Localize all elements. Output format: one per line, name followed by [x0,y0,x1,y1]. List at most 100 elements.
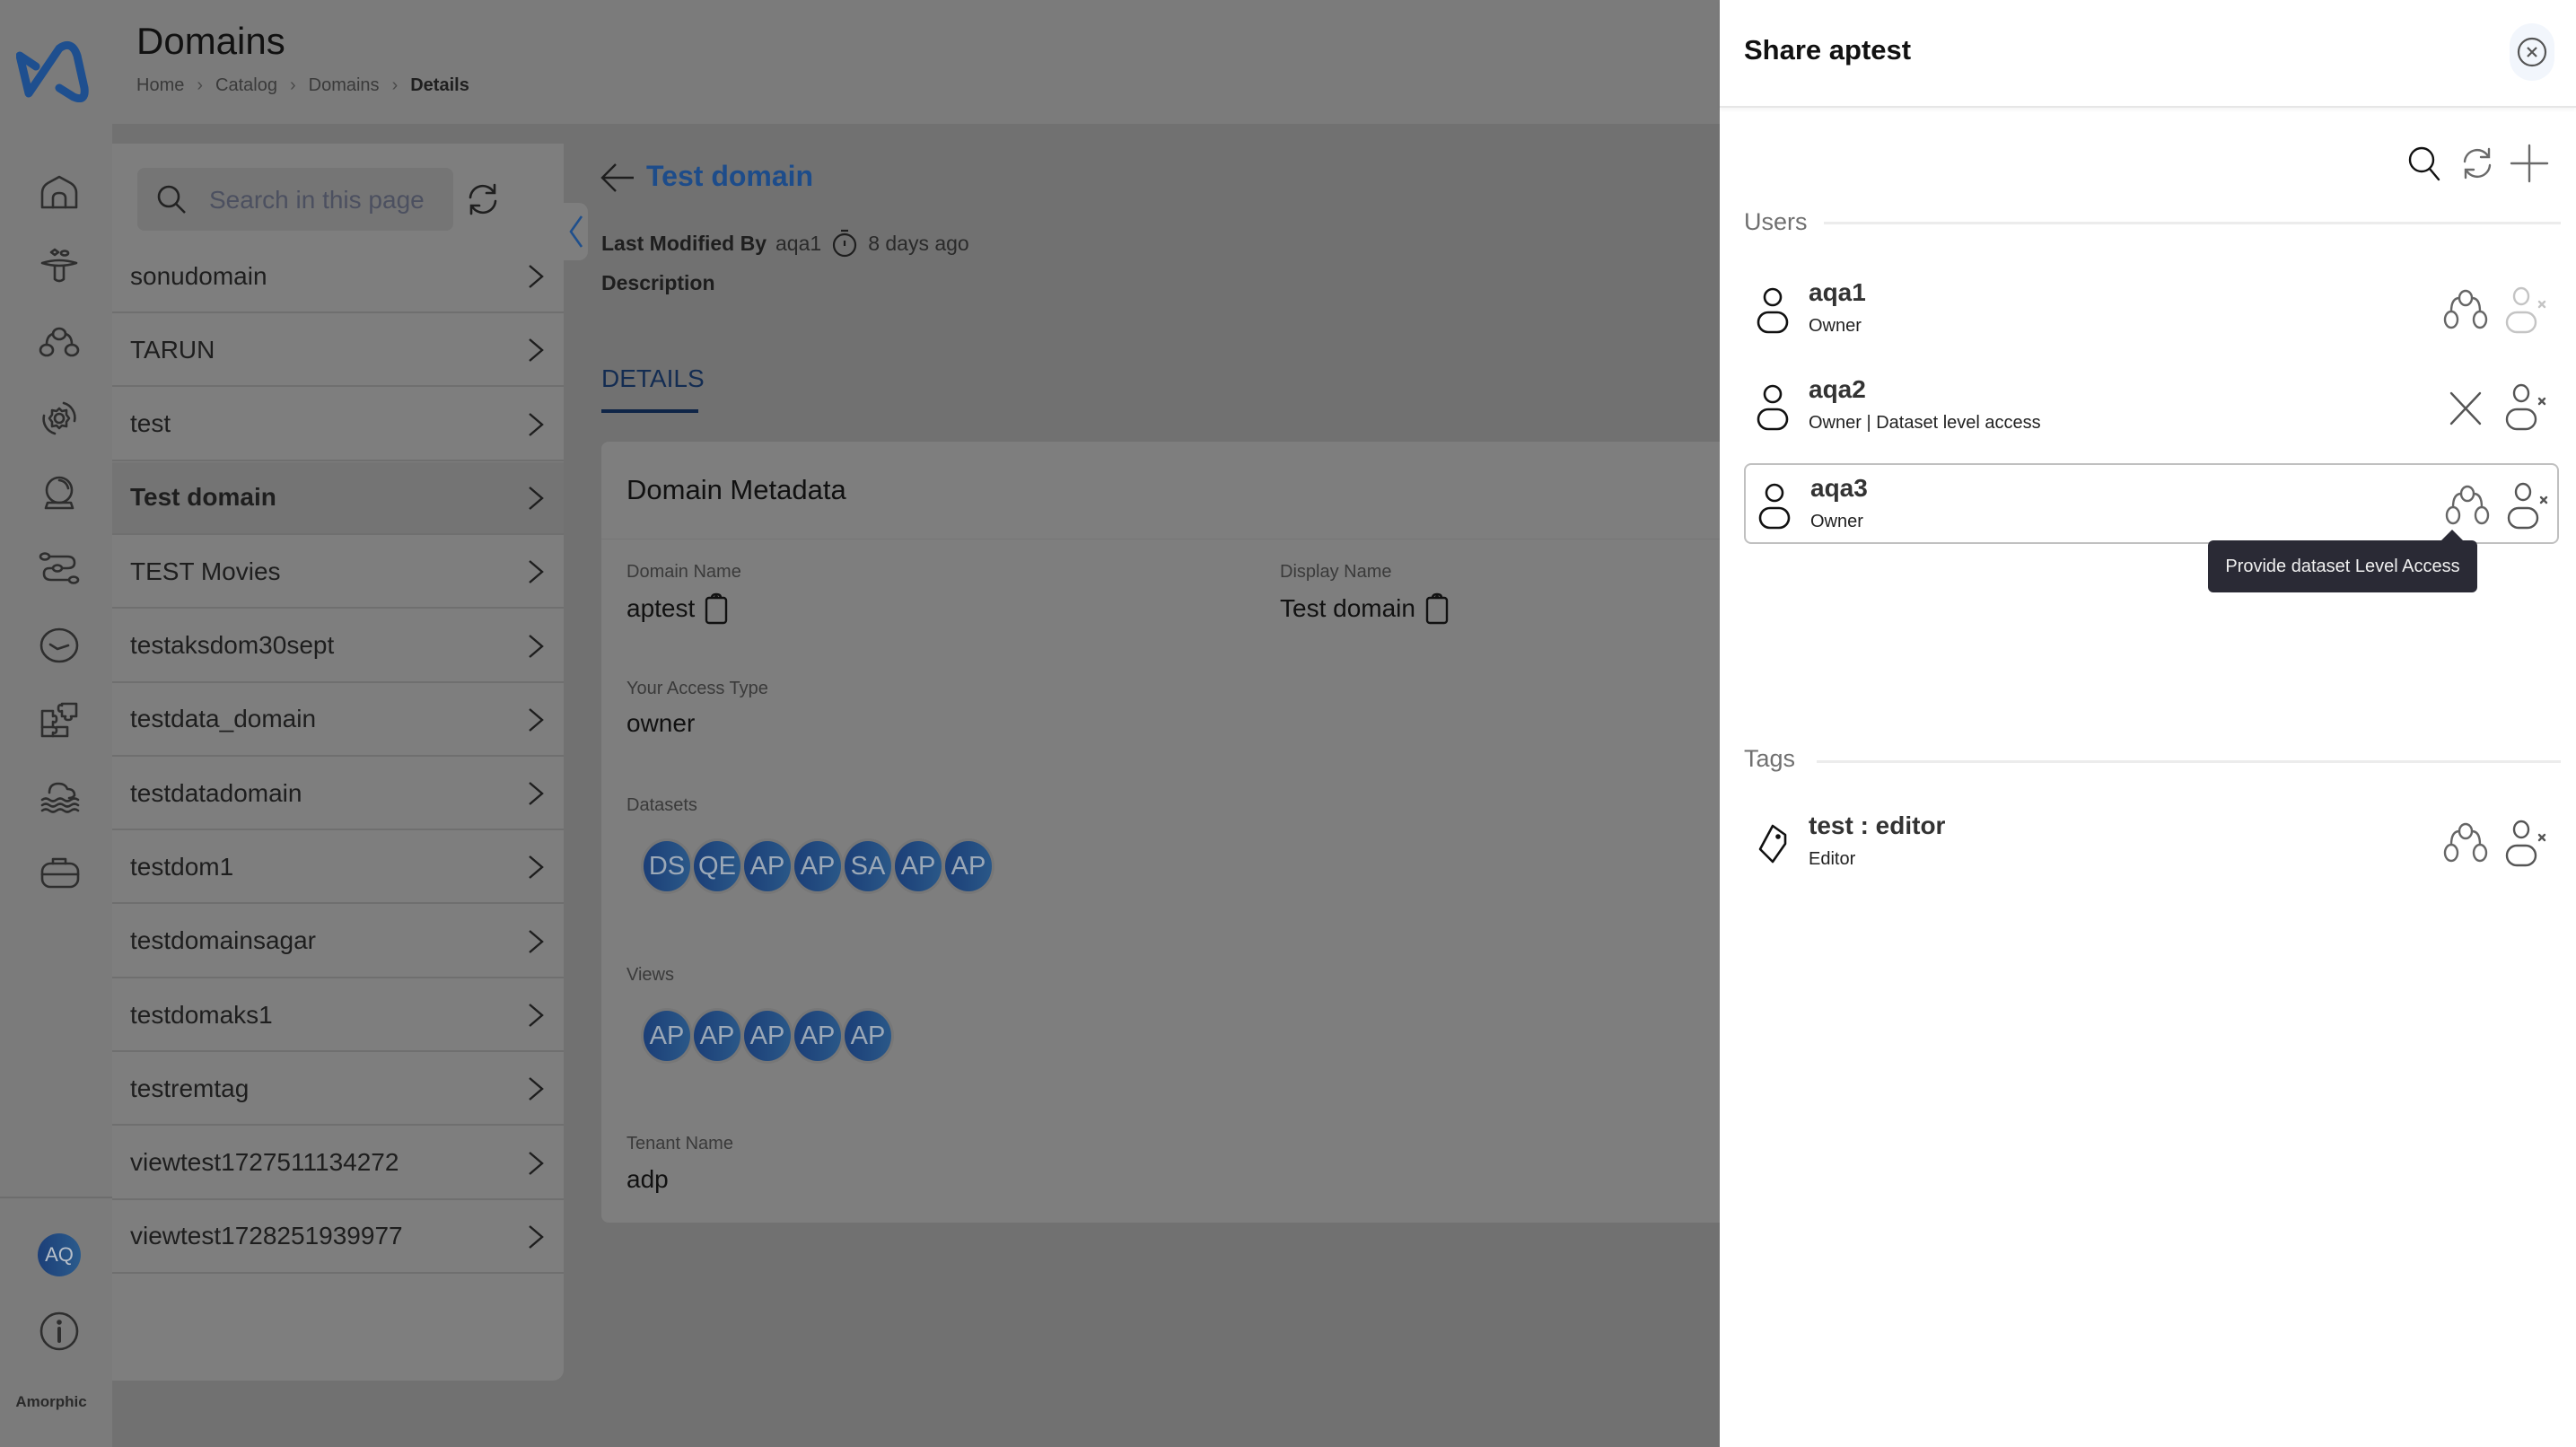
domain-list-item[interactable]: testdomainsagar [112,906,564,978]
user-share-row: aqa1 Owner [1744,269,2559,350]
domain-list-item[interactable]: testremtag [112,1053,564,1127]
user-role: Owner | Dataset level access [1809,413,2041,433]
collapse-list-button[interactable] [564,203,588,260]
provide-dataset-access-button[interactable] [2442,817,2489,871]
refresh-icon [469,183,497,215]
revoke-dataset-access-button[interactable] [2442,381,2489,434]
user-name: aqa3 [1810,474,1868,502]
dataset-chip[interactable]: SA [842,838,894,894]
home-icon[interactable] [34,169,84,219]
remove-user-button[interactable] [2505,479,2552,533]
user-icon [1755,284,1791,338]
domain-list-item[interactable]: viewtest1728251939977 [112,1201,564,1274]
chevron-right-icon [526,855,546,880]
add-share-button[interactable] [2510,144,2549,183]
share-title: Share aptest [1744,34,1912,66]
tab-details[interactable]: DETAILS [601,364,705,393]
domain-list-item[interactable]: testdatadomain [112,758,564,831]
user-role: Owner [1810,512,1863,531]
domain-list-item[interactable]: TARUN [112,314,564,388]
domain-list-item[interactable]: viewtest1727511134272 [112,1127,564,1200]
integrations-puzzle-icon[interactable] [34,694,84,744]
chevron-right-icon [526,412,546,437]
remove-user-button [2503,284,2550,338]
schedules-clock-icon[interactable] [34,620,84,671]
chevron-right-icon: › [197,75,204,95]
close-circle-icon [2517,37,2547,67]
card-title: Domain Metadata [626,474,846,505]
refresh-share-button[interactable] [2458,144,2497,183]
tenant-name-value: adp [626,1165,669,1193]
pipeline-path-icon[interactable] [34,543,84,593]
views-label: Views [626,965,674,985]
refresh-list-button[interactable] [465,181,501,217]
ingestion-funnel-icon[interactable] [34,242,84,293]
chevron-right-icon [526,1224,546,1250]
domain-list-item-label: testremtag [130,1074,250,1102]
domain-list-item-label: testdomainsagar [130,926,317,955]
domain-name-field: aptest [626,592,729,625]
users-section-label: Users [1744,208,1808,235]
view-chip[interactable]: AP [691,1008,743,1064]
toolbox-icon[interactable] [34,846,84,897]
info-icon[interactable] [34,1306,84,1356]
dataset-chip[interactable]: DS [641,838,693,894]
domain-list-item[interactable]: test [112,389,564,461]
domain-list-item[interactable]: Test domain [112,461,564,535]
view-chip[interactable]: AP [641,1008,693,1064]
settings-gear-cycle-icon[interactable] [34,393,84,443]
search-input[interactable] [207,180,444,220]
tags-section-label: Tags [1744,745,1796,772]
hierarchy-icon [2442,822,2489,874]
search-users-button[interactable] [2405,144,2445,183]
search-icon [2408,146,2440,181]
share-drawer-header: Share aptest [1720,0,2576,108]
chevron-right-icon [526,929,546,954]
domain-list-item[interactable]: testaksdom30sept [112,610,564,683]
datasets-hierarchy-icon[interactable] [34,317,84,367]
view-chip[interactable]: AP [741,1008,793,1064]
chevron-left-icon [568,215,583,248]
domain-list-item[interactable]: testdata_domain [112,684,564,757]
view-chip[interactable]: AP [842,1008,894,1064]
close-drawer-button[interactable] [2510,23,2554,81]
remove-user-button[interactable] [2503,381,2550,434]
user-remove-icon [2503,286,2550,341]
tags-section-divider [1817,760,2561,763]
close-x-icon [2442,391,2489,438]
provide-dataset-access-button[interactable] [2444,479,2491,533]
data-lake-icon[interactable] [34,770,84,820]
dataset-chip[interactable]: AP [942,838,994,894]
domain-list-item[interactable]: TEST Movies [112,536,564,609]
back-button[interactable] [600,162,635,194]
tooltip: Provide dataset Level Access [2208,530,2477,592]
dataset-chip[interactable]: AP [741,838,793,894]
domain-list-item[interactable]: testdomaks1 [112,979,564,1052]
amorphic-logo[interactable] [15,34,92,103]
view-chip[interactable]: AP [792,1008,844,1064]
views-chip-group: AP AP AP AP AP [641,1008,894,1064]
chevron-right-icon [526,1003,546,1028]
dataset-chip[interactable]: AP [892,838,944,894]
search-box[interactable] [137,168,453,231]
copy-clipboard-icon[interactable] [1424,592,1450,625]
dataset-chip[interactable]: QE [691,838,743,894]
provide-dataset-access-button[interactable] [2442,284,2489,338]
domain-list-item[interactable]: testdom1 [112,831,564,905]
breadcrumb-catalog[interactable]: Catalog [215,75,277,96]
copy-clipboard-icon[interactable] [704,592,729,625]
breadcrumb-domains[interactable]: Domains [309,75,380,96]
access-type-label: Your Access Type [626,679,768,698]
domain-list-item[interactable]: sonudomain [112,241,564,313]
crystal-ball-insights-icon[interactable] [34,468,84,518]
user-avatar[interactable]: AQ [38,1233,81,1276]
dataset-chip[interactable]: AP [792,838,844,894]
access-type-value: owner [626,709,696,737]
breadcrumb-home[interactable]: Home [136,75,184,96]
detail-title: Test domain [646,160,814,192]
domain-list-item-label: testdatadomain [130,778,302,807]
remove-tag-button[interactable] [2503,817,2550,871]
user-name: aqa2 [1809,375,1866,403]
chevron-right-icon [526,486,546,511]
tag-icon [1755,817,1791,871]
